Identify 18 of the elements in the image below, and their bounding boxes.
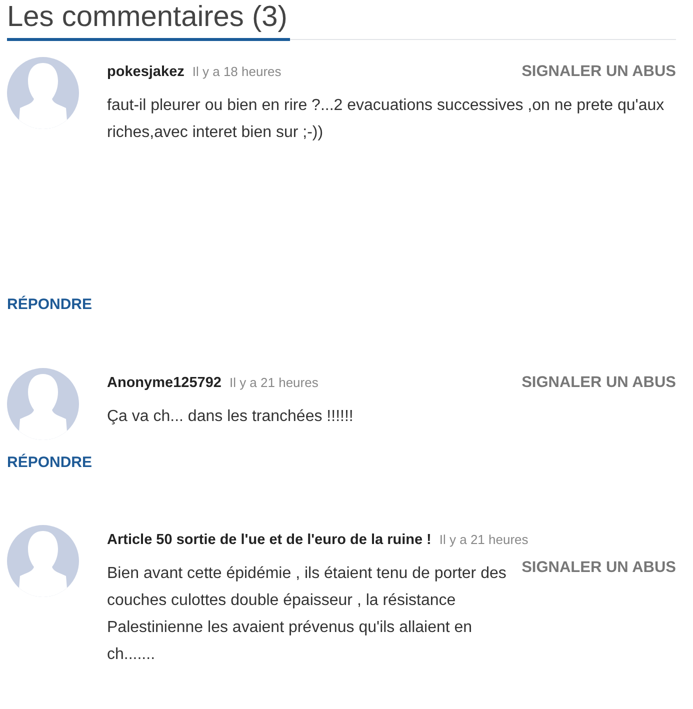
author-name: Anonyme125792 [107,374,222,390]
report-link[interactable]: SIGNALER UN ABUS [522,62,676,82]
timestamp: Il y a 18 heures [192,64,282,79]
author-name: Article 50 sortie de l'ue et de l'euro de la ruine ! [107,532,432,548]
avatar-icon [7,368,79,440]
timestamp: Il y a 21 heures [229,374,318,390]
comment-text: Bien avant cette épidémie , ils étaient tenu de porter des couches culottes double épaisseur , la résistance Palestinienne les avaient prévenus qu'ils allaient en ch....... [107,564,508,665]
report-link[interactable]: SIGNALER UN ABUS [522,372,676,392]
reply-link[interactable]: RÉPONDRE [7,452,92,474]
avatar-icon [7,525,79,597]
section-title: Les commentaires (3) [7,0,290,41]
timestamp: Il y a 21 heures [439,532,528,547]
avatar-icon [7,57,79,129]
comment-text: Ça va ch... dans les tranchées !!!!!! [107,406,354,426]
author-name: pokesjakez [107,64,184,80]
report-link[interactable]: SIGNALER UN ABUS [522,558,676,578]
comment-text: faut-il pleurer ou bien en rire ?...2 evacuations successives ,on ne prete qu'aux riches,avec interet bien sur ;-)) [107,96,666,143]
reply-link[interactable]: RÉPONDRE [7,294,92,316]
